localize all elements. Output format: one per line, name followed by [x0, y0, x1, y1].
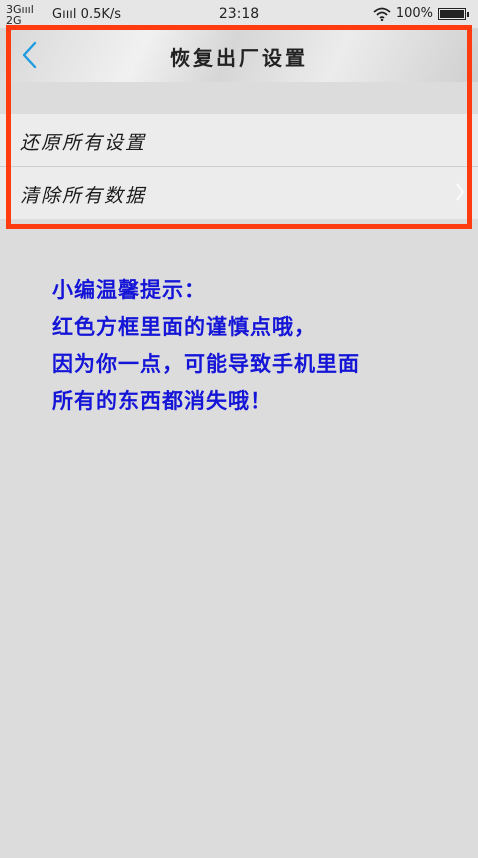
- menu-item-label: 清除所有数据: [20, 185, 147, 207]
- tip-text: 小编温馨提示： 红色方框里面的谨慎点哦， 因为你一点，可能导致手机里面 所有的东…: [52, 272, 472, 420]
- chevron-right-icon: [456, 183, 464, 201]
- status-right: 100%: [373, 6, 469, 21]
- page-title: 恢复出厂设置: [170, 46, 308, 70]
- tip-line: 小编温馨提示：: [52, 278, 206, 302]
- wifi-icon: [373, 7, 391, 21]
- title-bar: 恢复出厂设置: [0, 28, 478, 82]
- tip-line: 所有的东西都消失哦！: [52, 389, 272, 413]
- menu-item-erase-data[interactable]: 清除所有数据: [0, 167, 478, 219]
- battery-icon: [438, 7, 469, 20]
- battery-fill: [440, 9, 464, 18]
- status-bar: 3Gıııl 2G Gıııl 0.5K/s 23:18 100%: [0, 0, 478, 28]
- section-spacer: [0, 82, 478, 113]
- battery-percent: 100%: [395, 6, 433, 21]
- tip-line: 因为你一点，可能导致手机里面: [52, 352, 360, 376]
- menu-item-label: 还原所有设置: [20, 132, 147, 154]
- menu-item-restore-settings[interactable]: 还原所有设置: [0, 114, 478, 166]
- tip-line: 红色方框里面的谨慎点哦，: [52, 315, 316, 339]
